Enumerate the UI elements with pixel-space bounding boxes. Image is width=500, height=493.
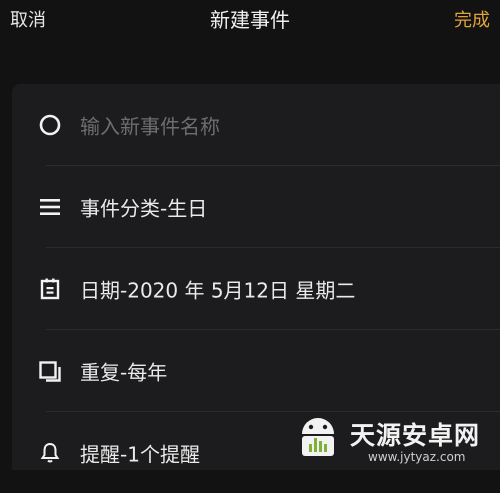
watermark-url: www.jytyaz.com bbox=[368, 450, 466, 464]
done-button[interactable]: 完成 bbox=[454, 6, 490, 32]
category-label: 事件分类-生日 bbox=[80, 196, 208, 220]
category-row[interactable]: 事件分类-生日 bbox=[12, 166, 500, 247]
watermark-text: 天源安卓网 bbox=[350, 421, 481, 450]
repeat-icon bbox=[39, 360, 61, 382]
date-label: 日期-2020 年 5月12日 星期二 bbox=[80, 278, 356, 302]
reminder-label: 提醒-1个提醒 bbox=[80, 442, 200, 466]
repeat-row[interactable]: 重复-每年 bbox=[12, 330, 500, 411]
watermark: 天源安卓网 www.jytyaz.com bbox=[292, 406, 498, 468]
date-row[interactable]: 日期-2020 年 5月12日 星期二 bbox=[12, 248, 500, 329]
circle-icon bbox=[39, 114, 61, 135]
bell-icon bbox=[40, 442, 60, 462]
calendar-icon bbox=[40, 278, 60, 299]
repeat-label: 重复-每年 bbox=[80, 360, 168, 384]
event-name-input[interactable]: 输入新事件名称 bbox=[80, 110, 220, 139]
page-title: 新建事件 bbox=[210, 8, 290, 32]
event-name-row[interactable]: 输入新事件名称 bbox=[12, 84, 500, 165]
list-icon bbox=[40, 198, 60, 215]
navigation-bar: 取消 新建事件 完成 bbox=[0, 0, 500, 36]
android-logo bbox=[302, 418, 334, 456]
